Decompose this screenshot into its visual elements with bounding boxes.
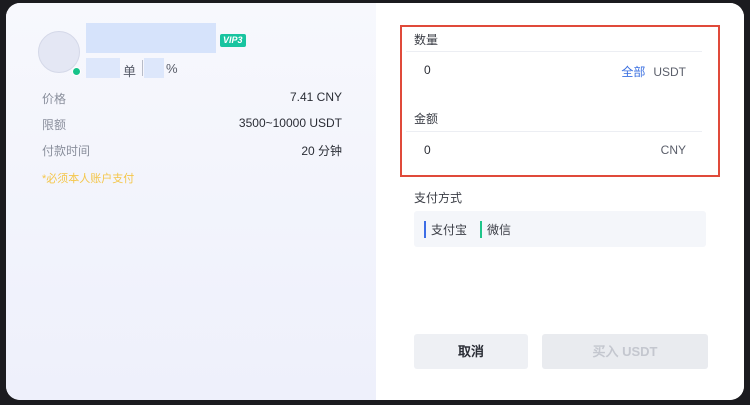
merchant-info-panel: VIP3 单 % 价格 7.41 CNY 限额 3500~10000 USDT … bbox=[6, 3, 376, 400]
amount-field-group: 金额 0 CNY bbox=[406, 110, 702, 170]
own-account-note: *必须本人账户支付 bbox=[42, 173, 135, 185]
merchant-name-redacted bbox=[86, 23, 216, 53]
amount-input[interactable]: 0 CNY bbox=[406, 131, 702, 170]
price-label: 价格 bbox=[42, 92, 67, 106]
buy-usdt-button[interactable]: 买入 USDT bbox=[542, 334, 708, 369]
limit-label: 限额 bbox=[42, 118, 67, 132]
amount-label: 金额 bbox=[414, 112, 439, 126]
quantity-value: 0 bbox=[424, 63, 431, 77]
quantity-field-group: 数量 0 全部 USDT bbox=[406, 31, 702, 91]
limit-value: 3500~10000 USDT bbox=[238, 116, 342, 130]
amount-value: 0 bbox=[424, 143, 431, 157]
rate-unit: % bbox=[166, 61, 178, 76]
quantity-suffix: 全部 USDT bbox=[621, 63, 686, 80]
buy-order-dialog: VIP3 单 % 价格 7.41 CNY 限额 3500~10000 USDT … bbox=[6, 3, 744, 400]
quantity-unit: USDT bbox=[653, 65, 686, 79]
info-row-limit: 限额 3500~10000 USDT bbox=[42, 116, 342, 136]
stat-divider bbox=[142, 60, 143, 76]
order-form-panel: 数量 0 全部 USDT 金额 0 CNY 支付方式 支付宝 微信 取消 买入 U… bbox=[376, 3, 744, 400]
quantity-label: 数量 bbox=[414, 33, 439, 47]
quantity-input[interactable]: 0 全部 USDT bbox=[406, 51, 702, 90]
all-button[interactable]: 全部 bbox=[621, 65, 645, 79]
payment-time-value: 20 分钟 bbox=[301, 144, 342, 158]
cancel-button[interactable]: 取消 bbox=[414, 334, 528, 369]
payment-method-alipay: 支付宝 bbox=[424, 221, 467, 238]
payment-time-label: 付款时间 bbox=[42, 144, 91, 158]
payment-methods: 支付宝 微信 bbox=[414, 211, 706, 247]
online-status-dot bbox=[72, 67, 81, 76]
completion-rate-redacted bbox=[144, 58, 164, 78]
payment-method-wechat: 微信 bbox=[480, 221, 511, 238]
vip-badge: VIP3 bbox=[220, 34, 246, 47]
price-value: 7.41 CNY bbox=[289, 90, 342, 104]
orders-unit: 单 bbox=[123, 64, 137, 79]
order-count-redacted bbox=[86, 58, 120, 78]
info-row-payment-time: 付款时间 20 分钟 bbox=[42, 142, 342, 162]
info-row-price: 价格 7.41 CNY bbox=[42, 90, 342, 110]
payment-method-label: 支付方式 bbox=[414, 191, 463, 205]
amount-unit: CNY bbox=[660, 143, 686, 157]
